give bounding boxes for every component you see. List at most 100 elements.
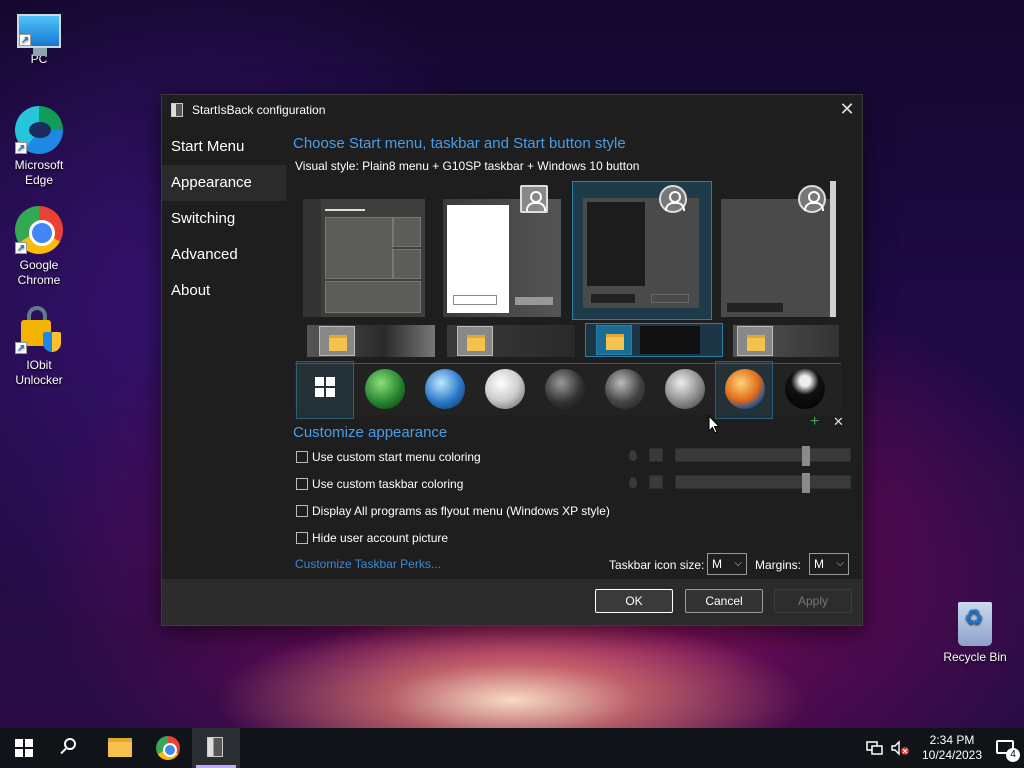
visual-style-value: Plain8 menu + G10SP taskbar + Windows 10… bbox=[362, 159, 640, 173]
vista-orb[interactable] bbox=[725, 369, 765, 409]
transparency-drop-icon bbox=[629, 477, 637, 488]
appearance-panel: Choose Start menu, taskbar and Start but… bbox=[293, 125, 862, 581]
chevron-down-icon: ⌵ bbox=[836, 558, 844, 569]
slider-thumb[interactable] bbox=[802, 473, 810, 493]
desktop-icon-label: Microsoft Edge bbox=[14, 158, 64, 187]
startisback-dialog: StartIsBack configuration ✕ Start Menu A… bbox=[161, 94, 863, 626]
taskbar-style-4[interactable] bbox=[733, 325, 839, 357]
sidebar-item-about[interactable]: About bbox=[162, 273, 286, 309]
chevron-down-icon: ⌵ bbox=[734, 558, 742, 569]
folder-icon bbox=[737, 326, 773, 356]
taskbar-style-3-selected[interactable] bbox=[585, 323, 723, 357]
transparency-drop-icon bbox=[629, 450, 637, 461]
checkbox[interactable] bbox=[296, 478, 308, 490]
style-section-title: Choose Start menu, taskbar and Start but… bbox=[293, 135, 626, 152]
cancel-button[interactable]: Cancel bbox=[685, 589, 763, 613]
customize-taskbar-perks-link[interactable]: Customize Taskbar Perks... bbox=[295, 557, 441, 571]
startisback-app-icon bbox=[207, 737, 223, 757]
menu-style-plain8[interactable] bbox=[572, 181, 712, 320]
start-menu-color-swatch[interactable] bbox=[649, 448, 663, 462]
taskbar-color-swatch[interactable] bbox=[649, 475, 663, 489]
menu-style-windows10[interactable] bbox=[721, 199, 831, 317]
taskbar-style-2[interactable] bbox=[447, 325, 575, 357]
file-explorer-taskbar-button[interactable] bbox=[96, 728, 144, 768]
margins-label: Margins: bbox=[755, 558, 802, 572]
windows-taskbar: 2:34 PM 10/24/2023 4 bbox=[0, 728, 1024, 768]
user-avatar-icon bbox=[520, 185, 548, 213]
startisback-taskbar-button[interactable] bbox=[192, 728, 240, 768]
custom-start-menu-coloring-checkbox[interactable]: Use custom start menu coloring bbox=[296, 450, 481, 464]
recycle-bin-icon bbox=[958, 602, 992, 646]
user-avatar-icon bbox=[798, 185, 826, 213]
network-icon[interactable] bbox=[866, 740, 884, 756]
flyout-all-programs-checkbox[interactable]: Display All programs as flyout menu (Win… bbox=[296, 504, 610, 518]
menu-style-windows7[interactable] bbox=[443, 199, 561, 317]
desktop-icon-label: IObit Unlocker bbox=[15, 358, 63, 387]
hide-user-picture-checkbox[interactable]: Hide user account picture bbox=[296, 531, 448, 545]
taskbar-icon-size-label: Taskbar icon size: bbox=[609, 558, 705, 572]
checkbox[interactable] bbox=[296, 532, 308, 544]
white-orb[interactable] bbox=[485, 369, 525, 409]
checkbox-label: Use custom taskbar coloring bbox=[312, 477, 464, 491]
search-button[interactable] bbox=[48, 728, 96, 768]
desktop-icon-label: Google Chrome bbox=[17, 258, 61, 287]
remove-orb-button[interactable]: ✕ bbox=[833, 414, 844, 430]
clover-orb[interactable] bbox=[365, 369, 405, 409]
select-value: M bbox=[712, 557, 722, 571]
black-orb[interactable] bbox=[785, 369, 825, 409]
notification-center-button[interactable]: 4 bbox=[988, 728, 1024, 768]
windows-logo-icon bbox=[15, 739, 33, 757]
user-avatar-icon bbox=[659, 185, 687, 213]
sidebar-item-advanced[interactable]: Advanced bbox=[162, 237, 286, 273]
menu-style-windows8[interactable] bbox=[303, 199, 425, 317]
silver-orb[interactable] bbox=[665, 369, 705, 409]
taskbar-opacity-slider[interactable] bbox=[675, 473, 851, 493]
checkbox-label: Display All programs as flyout menu (Win… bbox=[312, 504, 610, 518]
taskbar-style-1[interactable] bbox=[307, 325, 435, 357]
start-menu-opacity-slider[interactable] bbox=[675, 446, 851, 466]
desktop-icon-chrome[interactable]: ↗ Google Chrome bbox=[4, 206, 74, 288]
dialog-title: StartIsBack configuration bbox=[192, 103, 326, 117]
dialog-titlebar[interactable]: StartIsBack configuration ✕ bbox=[162, 95, 862, 125]
desktop-icon-edge[interactable]: ↗ Microsoft Edge bbox=[4, 106, 74, 188]
clock-date: 10/24/2023 bbox=[921, 748, 983, 762]
glass-orb[interactable] bbox=[605, 369, 645, 409]
startisback-app-icon bbox=[171, 103, 183, 117]
checkbox-label: Use custom start menu coloring bbox=[312, 450, 481, 464]
checkbox[interactable] bbox=[296, 451, 308, 463]
start-button[interactable] bbox=[0, 728, 48, 768]
margins-select[interactable]: M ⌵ bbox=[809, 553, 849, 575]
clock[interactable]: 2:34 PM 10/24/2023 bbox=[916, 733, 988, 763]
desktop-icon-label: Recycle Bin bbox=[943, 650, 1007, 664]
folder-icon bbox=[319, 326, 355, 356]
style-scrollbar[interactable] bbox=[830, 181, 836, 317]
close-button[interactable]: ✕ bbox=[832, 95, 862, 125]
custom-taskbar-coloring-checkbox[interactable]: Use custom taskbar coloring bbox=[296, 477, 463, 491]
ok-button[interactable]: OK bbox=[595, 589, 673, 613]
add-orb-button[interactable]: + bbox=[810, 413, 819, 431]
visual-style-label: Visual style: bbox=[295, 159, 359, 173]
mouse-cursor-icon bbox=[708, 415, 720, 434]
dark-orb[interactable] bbox=[545, 369, 585, 409]
desktop-icon-pc[interactable]: ↗ PC bbox=[4, 10, 74, 67]
volume-muted-icon[interactable] bbox=[890, 740, 910, 756]
checkbox[interactable] bbox=[296, 505, 308, 517]
sidebar-item-appearance[interactable]: Appearance bbox=[162, 165, 286, 201]
desktop-icon-recycle-bin[interactable]: Recycle Bin bbox=[940, 602, 1010, 665]
taskbar-icon-size-select[interactable]: M ⌵ bbox=[707, 553, 747, 575]
chrome-taskbar-button[interactable] bbox=[144, 728, 192, 768]
folder-icon bbox=[596, 325, 632, 355]
chrome-icon: ↗ bbox=[15, 206, 63, 254]
windows7-orb[interactable] bbox=[425, 369, 465, 409]
chrome-icon bbox=[156, 736, 180, 760]
apply-button[interactable]: Apply bbox=[774, 589, 852, 613]
iobit-unlocker-icon: ↗ bbox=[15, 306, 63, 354]
checkbox-label: Hide user account picture bbox=[312, 531, 449, 545]
system-tray: 2:34 PM 10/24/2023 4 bbox=[866, 728, 1024, 768]
sidebar-item-switching[interactable]: Switching bbox=[162, 201, 286, 237]
sidebar-item-start-menu[interactable]: Start Menu bbox=[162, 129, 286, 165]
clock-time: 2:34 PM bbox=[929, 733, 975, 747]
slider-thumb[interactable] bbox=[802, 446, 810, 466]
select-value: M bbox=[814, 557, 824, 571]
desktop-icon-iobit[interactable]: ↗ IObit Unlocker bbox=[4, 306, 74, 388]
